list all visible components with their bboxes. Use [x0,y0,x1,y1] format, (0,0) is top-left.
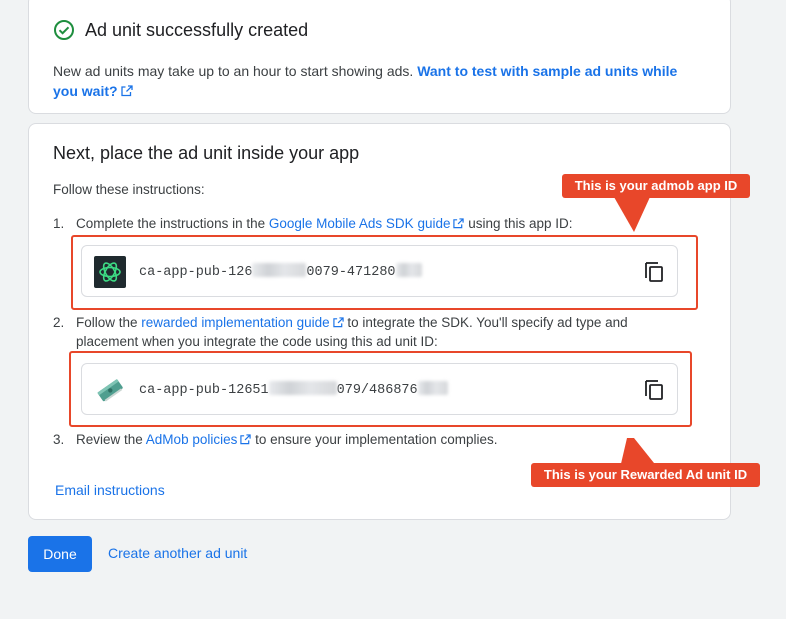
step-text-after: using this app ID: [464,216,573,231]
done-button[interactable]: Done [28,536,92,572]
step-number: 2. [53,315,65,330]
app-id-text: ca-app-pub-126 0079-471280 [139,263,422,280]
copy-icon[interactable] [643,259,665,283]
redacted-segment [252,263,307,277]
rewarded-ad-icon [97,379,123,402]
admob-policies-link-label: AdMob policies [145,432,238,447]
step-text: Review the [76,432,146,447]
app-id-box: ca-app-pub-126 0079-471280 [81,245,678,297]
ad-unit-id-box: ca-app-pub-12651 079/486876 [81,363,678,415]
email-instructions-link[interactable]: Email instructions [55,482,165,498]
sdk-guide-link[interactable]: Google Mobile Ads SDK guide [269,216,465,231]
redacted-segment [395,263,422,277]
instructions-label: Follow these instructions: [53,182,205,197]
admob-policies-link[interactable]: AdMob policies [146,432,252,447]
check-circle-icon [54,20,74,40]
external-link-icon [332,317,344,328]
external-link-icon [240,434,252,445]
external-link-icon [453,218,465,229]
app-id-prefix: ca-app-pub-126 [139,265,253,280]
ad-unit-callout: This is your Rewarded Ad unit ID [531,463,760,487]
rewarded-guide-link[interactable]: rewarded implementation guide [141,315,344,330]
create-another-ad-unit-link[interactable]: Create another ad unit [108,545,247,561]
success-card: Ad unit successfully created New ad unit… [28,0,731,114]
placement-heading: Next, place the ad unit inside your app [53,143,360,163]
step-number: 3. [53,432,65,447]
step-number: 1. [53,216,65,231]
redacted-segment [417,381,448,395]
redacted-segment [268,381,337,395]
ad-unit-id-middle: 079/486876 [336,383,418,398]
ad-unit-id-prefix: ca-app-pub-12651 [139,383,269,398]
rewarded-guide-link-label: rewarded implementation guide [141,315,330,330]
step-text-after: to ensure your implementation complies. [251,432,498,447]
app-id-middle: 0079-471280 [306,265,396,280]
external-link-icon [120,85,133,97]
ad-unit-id-text: ca-app-pub-12651 079/486876 [139,381,448,398]
success-row: Ad unit successfully created [53,19,308,41]
step-text: Follow the [76,315,142,330]
app-id-callout: This is your admob app ID [562,174,750,198]
success-description: New ad units may take up to an hour to s… [53,61,693,101]
sdk-guide-link-label: Google Mobile Ads SDK guide [268,216,451,231]
success-title: Ad unit successfully created [85,19,309,40]
step-text: Complete the instructions in the [76,216,269,231]
description-text: New ad units may take up to an hour to s… [53,63,414,79]
copy-icon[interactable] [643,377,665,401]
app-logo-icon [94,256,126,288]
